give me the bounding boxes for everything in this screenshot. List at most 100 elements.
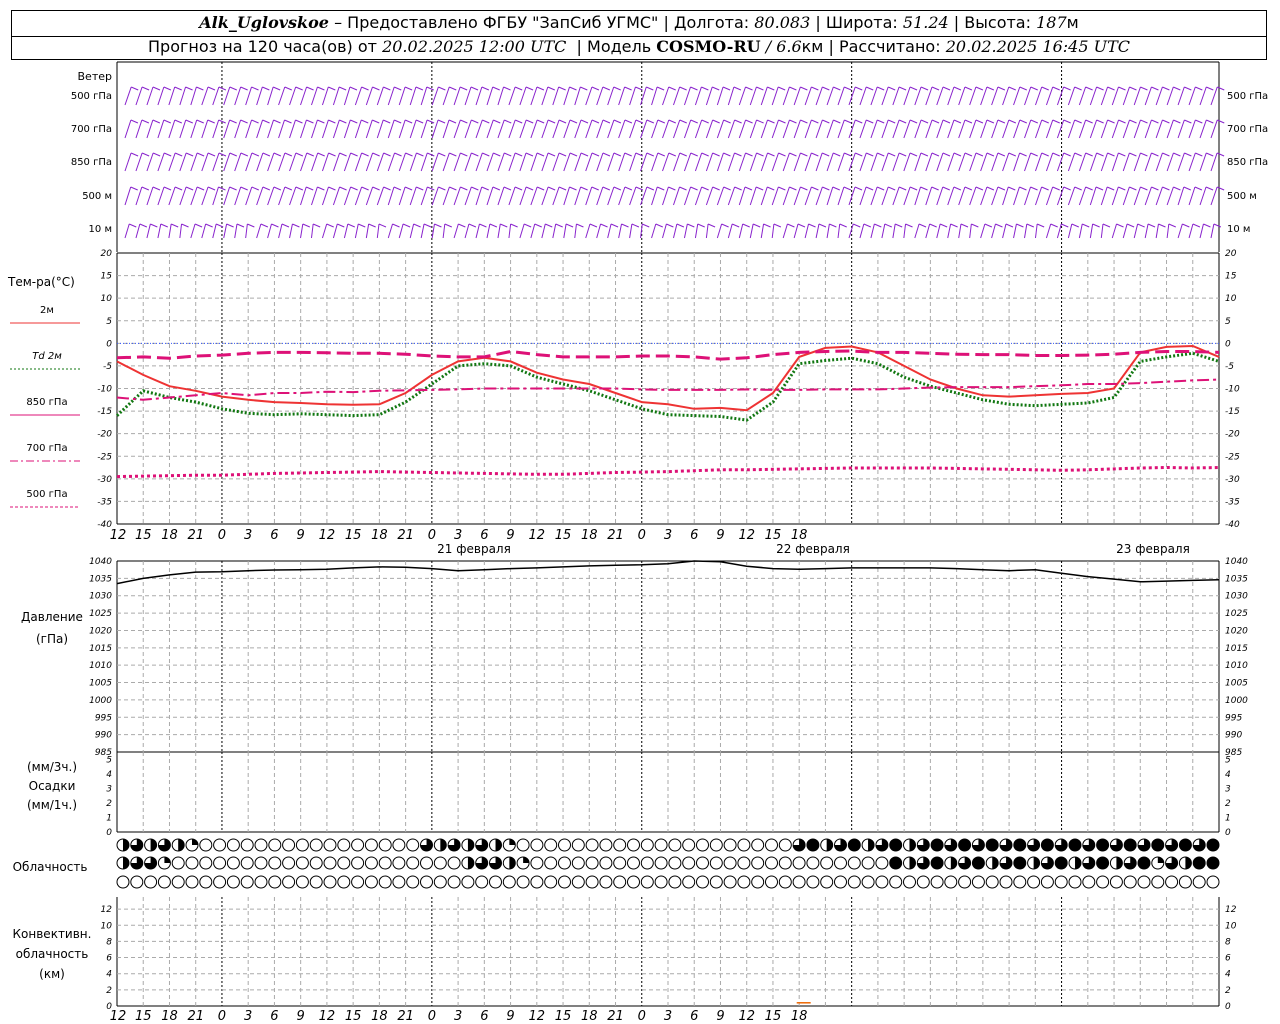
wind-barb-flag (621, 223, 629, 228)
wind-barb-flag (1129, 119, 1137, 124)
wind-barb-flag (884, 223, 892, 228)
wind-barb-flag (997, 119, 1006, 124)
wind-barb-flag (1217, 86, 1225, 91)
wind-barb-flag (701, 86, 709, 91)
cloud-symbol (130, 875, 144, 889)
wind-barb-flag (448, 119, 457, 124)
wind-barb-flag (317, 86, 325, 91)
pres-tick-right: 1005 (1225, 679, 1248, 689)
time-tick-mid: 9 (716, 528, 724, 543)
wind-barb-flag (426, 86, 434, 91)
wind-barb-flag (251, 86, 259, 91)
wind-barb-flag (350, 186, 358, 191)
wind-barb-flag (580, 119, 589, 124)
wind-barb-flag (1151, 86, 1159, 91)
wind-barb-flag (975, 186, 984, 191)
time-tick-bottom: 12 (738, 1009, 755, 1024)
wind-barb-flag (734, 119, 742, 124)
wind-barb-flag (931, 186, 939, 191)
wind-barb-flag (251, 119, 259, 124)
wind-barb-flag (536, 186, 545, 191)
pres-tick-right: 995 (1225, 713, 1242, 723)
wind-barb-flag (339, 152, 347, 157)
wind-barb-flag (1107, 86, 1115, 91)
wind-barb-flag (482, 119, 490, 124)
cloud-symbol (254, 875, 268, 889)
wind-barb (651, 223, 657, 239)
prec-tick-left: 0 (106, 828, 112, 838)
wind-title: Ветер (78, 70, 112, 83)
wind-level-right: 500 гПа (1227, 91, 1268, 102)
wind-barb (1056, 223, 1062, 239)
wind-barb-flag (1173, 186, 1181, 191)
wind-barb-flag (306, 86, 314, 91)
wind-barb-flag (789, 152, 797, 157)
wind-barb-flag (361, 119, 369, 124)
wind-barb-flag (547, 186, 556, 191)
wind-barb (332, 223, 338, 239)
cloud-symbol (751, 838, 765, 852)
wind-barb-flag (404, 119, 413, 124)
wind-barb-flag (733, 86, 742, 91)
time-tick-bottom: 18 (791, 1009, 808, 1024)
wind-barb-flag (690, 152, 698, 157)
cloud-symbol (585, 838, 599, 852)
wind-barb-flag (631, 223, 640, 228)
wind-barb (124, 186, 132, 206)
cloud-symbol (116, 875, 130, 889)
wind-barb-flag (545, 223, 553, 228)
wind-barb-flag (1096, 152, 1104, 157)
wind-barb-flag (1095, 186, 1104, 191)
cloud-fill (440, 839, 447, 851)
wind-barb-flag (690, 186, 698, 191)
wind-barb-flag (580, 86, 588, 91)
pres-tick-left: 1005 (89, 679, 112, 689)
wind-barb-flag (1205, 186, 1214, 191)
wind-level-left: 700 гПа (71, 124, 112, 135)
wind-barb-flag (174, 152, 183, 157)
cloud-symbol (144, 875, 158, 889)
wind-barb-flag (328, 119, 336, 124)
wind-barb (1199, 223, 1204, 239)
wind-barb-flag (141, 86, 150, 91)
time-tick-bottom: 21 (607, 1009, 624, 1024)
cloud-symbol (406, 875, 420, 889)
temp-tick-right: -15 (1225, 407, 1240, 417)
time-tick-bottom: 3 (244, 1009, 252, 1024)
wind-barb-flag (470, 86, 479, 91)
wind-barb (936, 223, 941, 239)
temp-tick-left: -25 (97, 452, 112, 462)
wind-barb-flag (1129, 152, 1137, 157)
cloud-symbol (1192, 875, 1206, 889)
cloud-symbol (282, 875, 296, 889)
temp-legend-label: Td 2м (32, 351, 62, 362)
wind-barb-flag (800, 86, 808, 91)
cloud-symbol (544, 875, 558, 889)
wind-barb-flag (240, 152, 249, 157)
pres-tick-right: 1025 (1225, 609, 1248, 619)
prec-tick-left: 2 (106, 799, 112, 809)
wind-barb-flag (240, 86, 248, 91)
wind-barb-flag (547, 119, 556, 124)
wind-barb-flag (1183, 186, 1191, 191)
conv-tick-left: 6 (106, 954, 112, 964)
wind-barb-flag (525, 119, 534, 124)
wind-barb (1155, 223, 1159, 239)
day-label: 22 февраля (776, 542, 850, 556)
wind-barb-flag (997, 86, 1006, 91)
wind-barb-flag (942, 86, 951, 91)
wind-barb-flag (744, 186, 753, 191)
cloud-symbol (323, 856, 337, 870)
wind-barb-flag (942, 119, 951, 124)
cloud-symbol (309, 856, 323, 870)
wind-barb-flag (1074, 152, 1082, 157)
wind-level-left: 500 м (82, 191, 112, 202)
wind-barb-flag (139, 223, 148, 228)
temp-legend-label: 500 гПа (26, 489, 67, 500)
cloud-symbol (295, 875, 309, 889)
wind-barb-flag (273, 186, 282, 191)
cloud-symbol (392, 856, 406, 870)
wind-barb-flag (1140, 152, 1148, 157)
wind-barb-flag (1085, 119, 1093, 124)
wind-barb-flag (657, 119, 666, 124)
